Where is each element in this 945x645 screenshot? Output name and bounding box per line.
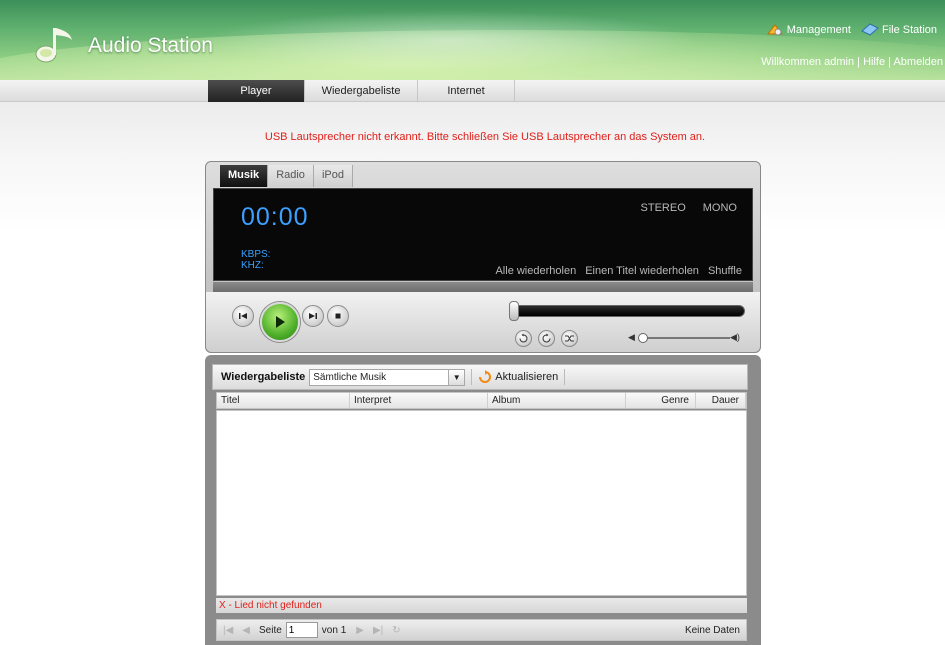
display-divider — [213, 282, 753, 292]
tab-internet-radio[interactable]: Internet Radio — [418, 80, 515, 119]
shuffle-option[interactable]: Shuffle — [708, 265, 742, 277]
column-artist[interactable]: Interpret — [350, 393, 488, 408]
main-tabs: Player Wiedergabeliste Internet Radio — [208, 80, 515, 119]
channel-mode: STEREO MONO — [641, 202, 737, 214]
next-page-icon[interactable]: ▶ — [356, 625, 364, 636]
management-link[interactable]: Management — [766, 22, 851, 37]
help-link[interactable]: Hilfe — [863, 56, 885, 68]
no-data-label: Keine Daten — [684, 624, 740, 636]
pagination-bar: |◀ ◀ Seite von 1 ▶ ▶| ↻ Keine Daten — [216, 619, 747, 641]
playlist-select-value: Sämtliche Musik — [313, 371, 387, 383]
shuffle-button[interactable] — [561, 330, 578, 347]
logout-link[interactable]: Abmelden — [893, 56, 943, 68]
page-input[interactable] — [285, 622, 318, 638]
toolbar-separator — [564, 369, 566, 385]
player-panel: Musik Radio iPod 00:00 KBPS: KHZ: STEREO… — [205, 161, 761, 353]
column-genre[interactable]: Genre — [626, 393, 696, 408]
player-tabs: Musik Radio iPod — [220, 165, 353, 187]
forward-button[interactable] — [538, 330, 555, 347]
kbps-label: KBPS: — [241, 249, 271, 260]
reload-icon[interactable]: ↻ — [392, 625, 400, 636]
playlist-label: Wiedergabeliste — [221, 371, 306, 383]
tab-player[interactable]: Player — [208, 80, 305, 102]
welcome-bar: Willkommen admin | Hilfe | Abmelden — [761, 56, 943, 68]
play-button[interactable] — [260, 302, 300, 342]
player-controls — [206, 292, 760, 352]
column-album[interactable]: Album — [488, 393, 626, 408]
toolbar-separator — [471, 369, 473, 385]
repeat-options: Alle wiederholen Einen Titel wiederholen… — [495, 265, 742, 277]
stop-button[interactable] — [327, 305, 349, 327]
bitrate-info: KBPS: KHZ: — [241, 249, 270, 271]
missing-song-note: X - Lied nicht gefunden — [216, 598, 747, 613]
playlist-grid-header: Titel Interpret Album Genre Dauer — [216, 392, 747, 409]
file-station-link[interactable]: File Station — [861, 22, 937, 37]
tab-radio[interactable]: Radio — [268, 165, 314, 187]
forward-icon — [542, 333, 551, 343]
management-icon — [766, 24, 783, 36]
top-links: Management File Station — [766, 22, 937, 37]
next-button[interactable] — [302, 305, 324, 327]
volume-low-icon: ◀ — [628, 332, 635, 342]
next-icon — [309, 313, 317, 319]
playlist-select[interactable]: Sämtliche Musik ▼ — [309, 368, 466, 386]
tab-musik[interactable]: Musik — [220, 165, 269, 187]
shuffle-icon — [565, 335, 574, 342]
playlist-toolbar: Wiedergabeliste Sämtliche Musik ▼ Aktual… — [212, 364, 748, 390]
volume-slider[interactable] — [640, 337, 730, 339]
seek-bar[interactable] — [509, 305, 745, 317]
management-label: Management — [786, 23, 851, 36]
tab-playlist[interactable]: Wiedergabeliste — [305, 80, 418, 102]
previous-icon — [239, 313, 247, 319]
stereo-indicator: STEREO — [640, 202, 686, 214]
file-station-label: File Station — [881, 23, 937, 36]
first-page-icon[interactable]: |◀ — [223, 625, 233, 636]
refresh-button[interactable]: Aktualisieren — [478, 370, 558, 384]
player-display: 00:00 KBPS: KHZ: STEREO MONO Alle wieder… — [213, 188, 753, 281]
page-total: von 1 — [321, 624, 347, 636]
usb-warning: USB Lautsprecher nicht erkannt. Bitte sc… — [264, 131, 706, 143]
rewind-icon — [519, 333, 528, 343]
column-duration[interactable]: Dauer — [696, 393, 746, 408]
column-title[interactable]: Titel — [217, 393, 350, 408]
app-title: Audio Station — [88, 34, 213, 57]
stop-icon — [335, 313, 341, 319]
header-highlight — [200, 10, 700, 70]
khz-label: KHZ: — [241, 260, 264, 271]
refresh-icon — [479, 370, 492, 383]
play-icon — [276, 316, 285, 328]
header: Audio Station Management File Station Wi… — [0, 0, 945, 80]
volume-handle[interactable] — [638, 333, 648, 343]
mono-indicator: MONO — [702, 202, 737, 214]
time-display: 00:00 — [241, 203, 309, 231]
repeat-all-option[interactable]: Alle wiederholen — [495, 265, 576, 277]
tab-ipod[interactable]: iPod — [313, 165, 353, 187]
repeat-one-option[interactable]: Einen Titel wiederholen — [585, 265, 699, 277]
playlist-grid-body — [216, 410, 747, 596]
prev-page-icon[interactable]: ◀ — [242, 625, 250, 636]
page-label: Seite — [259, 624, 282, 636]
volume-high-icon: ◀) — [730, 332, 740, 342]
file-station-icon — [861, 23, 879, 36]
music-note-icon — [35, 28, 72, 63]
last-page-icon[interactable]: ▶| — [373, 625, 383, 636]
seek-handle[interactable] — [509, 301, 519, 321]
rewind-button[interactable] — [515, 330, 532, 347]
welcome-text: Willkommen admin — [761, 56, 855, 68]
previous-button[interactable] — [232, 305, 254, 327]
chevron-down-icon: ▼ — [448, 369, 465, 385]
refresh-label: Aktualisieren — [495, 371, 559, 383]
